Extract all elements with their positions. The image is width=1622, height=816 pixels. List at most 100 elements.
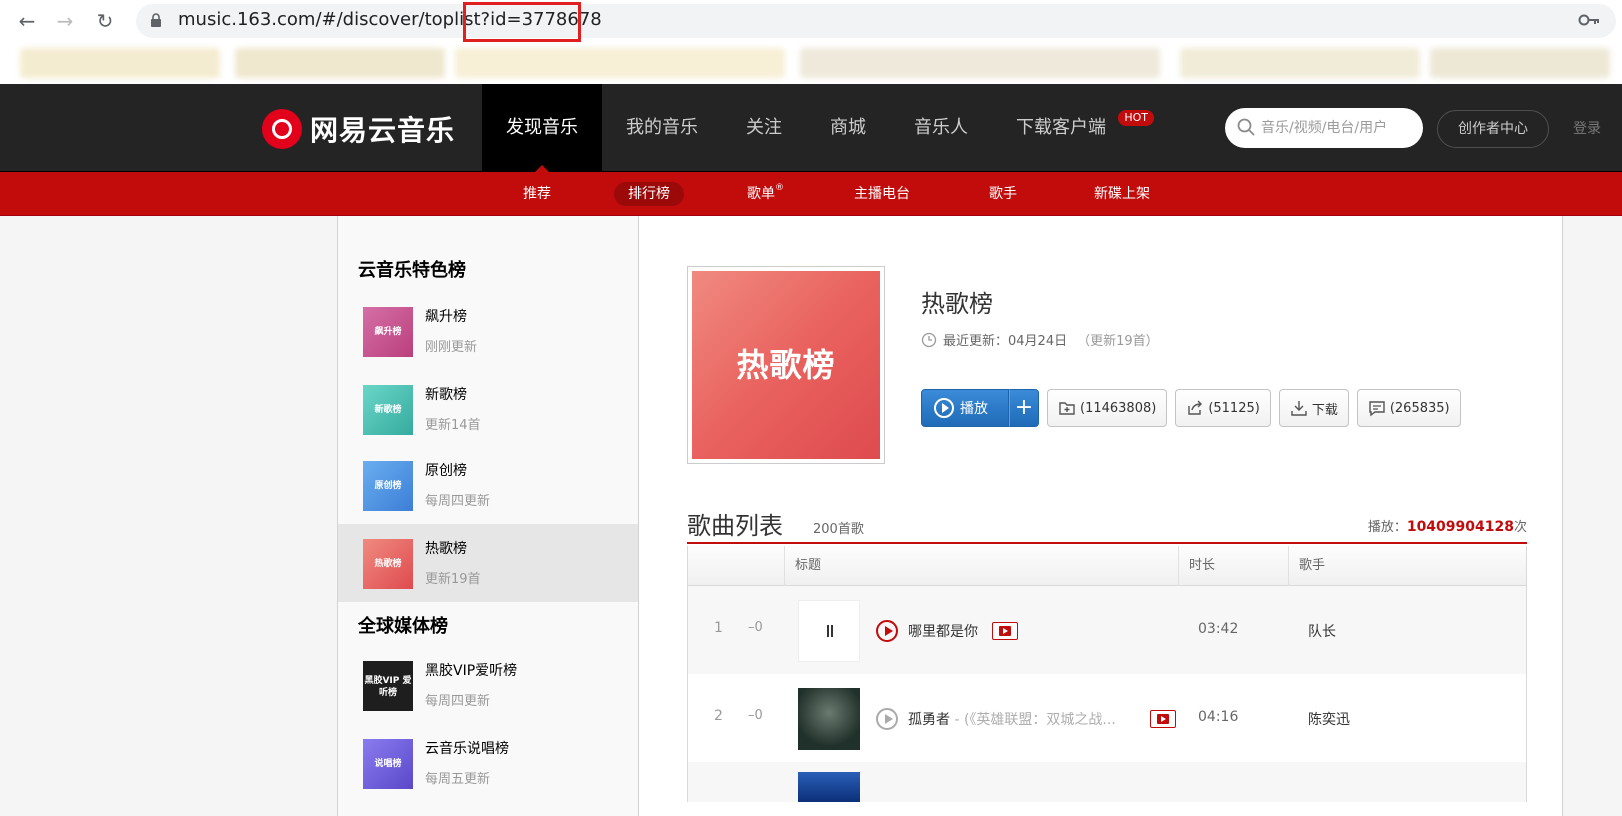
list-thumbnail: 原创榜: [363, 461, 413, 511]
nav-discover[interactable]: 发现音乐: [482, 84, 602, 172]
rank-trend: –0: [748, 708, 763, 723]
clock-icon: [921, 332, 937, 347]
subnav-playlist-label: 歌单: [747, 186, 775, 202]
nav-download-client[interactable]: 下载客户端 HOT: [992, 84, 1154, 172]
bookmarks-bar: [0, 42, 1622, 84]
table-row: 2 –0 孤勇者 - (《英雄联盟：双城之战... 04:16 陈奕迅: [688, 674, 1526, 762]
song-duration: 04:16: [1198, 709, 1239, 725]
site-header: 网易云音乐 发现音乐 我的音乐 关注 商城 音乐人 下载客户端 HOT 创作者中…: [0, 84, 1622, 172]
subnav-new-albums[interactable]: 新碟上架: [1080, 182, 1164, 206]
forward-icon[interactable]: →: [52, 8, 78, 34]
play-button[interactable]: 播放: [921, 389, 1009, 427]
top-nav: 发现音乐 我的音乐 关注 商城 音乐人 下载客户端 HOT: [482, 84, 1154, 172]
add-to-queue-button[interactable]: +: [1009, 389, 1039, 427]
folder-add-icon: [1059, 402, 1075, 415]
sidebar-section-title: 全球媒体榜: [358, 616, 448, 637]
column-header-duration: 时长: [1178, 546, 1288, 586]
nav-download-label: 下载客户端: [1016, 117, 1106, 138]
subnav-radio[interactable]: 主播电台: [840, 182, 924, 206]
nav-follow[interactable]: 关注: [722, 84, 806, 172]
download-button[interactable]: 下载: [1278, 389, 1349, 427]
subnav-recommend[interactable]: 推荐: [509, 182, 565, 206]
row-play-icon[interactable]: [876, 620, 898, 642]
creator-center-button[interactable]: 创作者中心: [1437, 110, 1549, 148]
share-button[interactable]: (51125): [1175, 389, 1271, 427]
song-cover: [798, 600, 860, 662]
download-label: 下载: [1311, 402, 1338, 418]
main-panel: 云音乐特色榜 飙升榜 飙升榜 刚刚更新 新歌榜 新歌榜 更新14首 原创榜 原创…: [337, 216, 1563, 816]
song-title[interactable]: 孤勇者 - (《英雄联盟：双城之战...: [908, 709, 1116, 729]
lock-icon: [151, 13, 161, 27]
subnav-artist[interactable]: 歌手: [975, 182, 1031, 206]
column-header-artist: 歌手: [1288, 546, 1528, 586]
list-thumbnail: 说唱榜: [363, 739, 413, 789]
sidebar-item-soaring[interactable]: 飙升榜 飙升榜 刚刚更新: [338, 292, 638, 370]
play-total-prefix: 播放：: [1367, 520, 1407, 535]
nav-my-music[interactable]: 我的音乐: [602, 84, 722, 172]
sidebar-item-update: 每周五更新: [425, 772, 491, 787]
logo-text: 网易云音乐: [310, 114, 456, 147]
mv-icon[interactable]: [1150, 710, 1176, 728]
search-box: [1225, 108, 1423, 148]
logo[interactable]: 网易云音乐: [262, 109, 455, 149]
update-info: 最近更新：04月24日 （更新19首）: [921, 330, 1159, 349]
sidebar-item-hot[interactable]: 热歌榜 热歌榜 更新19首: [338, 524, 638, 602]
action-buttons: 播放 + (11463808) (51125) 下载 (265835): [921, 389, 1461, 427]
column-header-title: 标题: [784, 546, 1178, 586]
sub-nav: 推荐 排行榜 歌单® 主播电台 歌手 新碟上架: [0, 172, 1622, 216]
download-icon: [1291, 401, 1307, 416]
login-link[interactable]: 登录: [1573, 118, 1601, 138]
toplist-title: 热歌榜: [921, 290, 993, 318]
sidebar-item-rap[interactable]: 说唱榜 云音乐说唱榜 每周五更新: [338, 724, 638, 802]
toplist-content: 热歌榜 热歌榜 最近更新：04月24日 （更新19首） 播放 + (114638…: [639, 216, 1563, 816]
row-play-icon[interactable]: [876, 708, 898, 730]
sidebar-item-label: 原创榜: [425, 463, 467, 479]
song-table: 标题 时长 歌手 1 –0 哪里都是你 03:42 队长 2 –0 孤勇者 - …: [687, 546, 1527, 802]
song-count: 200首歌: [813, 522, 864, 537]
sidebar-item-new[interactable]: 新歌榜 新歌榜 更新14首: [338, 370, 638, 448]
url-highlight-box: [463, 2, 581, 42]
share-icon: [1188, 400, 1203, 415]
play-total: 播放：10409904128次: [1368, 516, 1527, 535]
sidebar-item-original[interactable]: 原创榜 原创榜 每周四更新: [338, 446, 638, 524]
song-artist[interactable]: 队长: [1308, 621, 1336, 641]
mv-icon[interactable]: [992, 622, 1018, 640]
collect-button[interactable]: (11463808): [1047, 389, 1168, 427]
sidebar-item-vip[interactable]: 黑胶VIP 爱听榜 黑胶VIP爱听榜 每周四更新: [338, 646, 638, 724]
sidebar-item-label: 热歌榜: [425, 541, 467, 557]
toplist-cover: 热歌榜: [692, 271, 880, 459]
comment-button[interactable]: (265835): [1356, 389, 1461, 427]
sidebar-item-update: 更新19首: [425, 572, 481, 587]
search-input[interactable]: [1261, 114, 1411, 142]
comment-icon: [1369, 401, 1385, 417]
table-header: 标题 时长 歌手: [688, 546, 1526, 586]
update-count: （更新19首）: [1077, 334, 1159, 349]
song-title[interactable]: 哪里都是你: [908, 621, 978, 641]
song-name: 哪里都是你: [908, 624, 978, 640]
reload-icon[interactable]: ↻: [92, 8, 118, 34]
subnav-playlist[interactable]: 歌单®: [733, 182, 798, 206]
subnav-toplist[interactable]: 排行榜: [614, 182, 684, 206]
toplist-sidebar: 云音乐特色榜 飙升榜 飙升榜 刚刚更新 新歌榜 新歌榜 更新14首 原创榜 原创…: [338, 216, 639, 816]
nav-store[interactable]: 商城: [806, 84, 890, 172]
comment-count: (265835): [1389, 400, 1450, 416]
key-icon[interactable]: [1578, 12, 1600, 28]
share-count: (51125): [1208, 400, 1260, 416]
sidebar-item-label: 黑胶VIP爱听榜: [425, 663, 518, 679]
nav-musician[interactable]: 音乐人: [890, 84, 992, 172]
song-name: 孤勇者: [908, 712, 950, 728]
update-date: 最近更新：04月24日: [943, 334, 1068, 349]
list-thumbnail: 黑胶VIP 爱听榜: [363, 661, 413, 711]
song-artist[interactable]: 陈奕迅: [1308, 709, 1350, 729]
cover-frame: 热歌榜: [687, 266, 885, 464]
netease-logo-icon: [262, 109, 302, 149]
table-row: [688, 762, 1526, 802]
sidebar-item-update: 每周四更新: [425, 694, 491, 709]
song-list-header: 歌曲列表 200首歌 播放：10409904128次: [687, 506, 1527, 544]
sidebar-item-update: 每周四更新: [425, 494, 491, 509]
sidebar-item-label: 新歌榜: [425, 387, 467, 403]
back-icon[interactable]: ←: [14, 8, 40, 34]
song-list-title: 歌曲列表: [687, 512, 783, 540]
play-total-value: 10409904128: [1406, 519, 1514, 535]
song-cover: [798, 688, 860, 750]
